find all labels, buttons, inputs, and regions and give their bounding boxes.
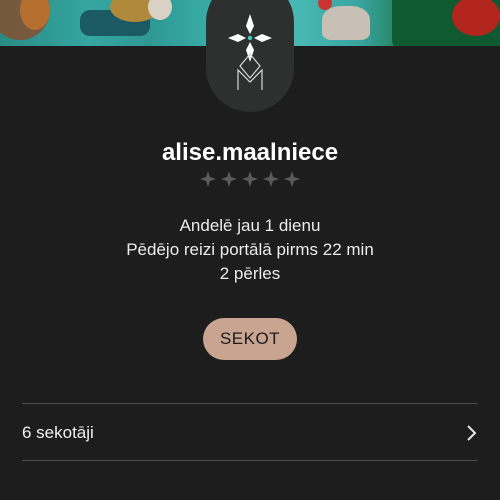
star-icon bbox=[200, 171, 216, 187]
star-icon bbox=[263, 171, 279, 187]
followers-row[interactable]: 6 sekotāji bbox=[22, 405, 478, 461]
star-icon bbox=[284, 171, 300, 187]
star-icon bbox=[221, 171, 237, 187]
divider bbox=[22, 403, 478, 404]
last-seen-text: Pēdējo reizi portālā pirms 22 min bbox=[126, 240, 374, 259]
avatar[interactable] bbox=[206, 0, 294, 112]
divider bbox=[22, 460, 478, 461]
username: alise.maalniece bbox=[161, 139, 339, 166]
chevron-right-icon bbox=[467, 425, 477, 441]
followers-label: 6 sekotāji bbox=[22, 423, 94, 442]
pearls-count: 2 pērles bbox=[219, 264, 281, 283]
selling-since-text: Andelē jau 1 dienu bbox=[179, 216, 321, 235]
star-icon bbox=[242, 171, 258, 187]
follow-button[interactable]: SEKOT bbox=[203, 318, 297, 360]
diamond-monogram-icon bbox=[228, 14, 272, 90]
rating-stars bbox=[0, 170, 500, 188]
